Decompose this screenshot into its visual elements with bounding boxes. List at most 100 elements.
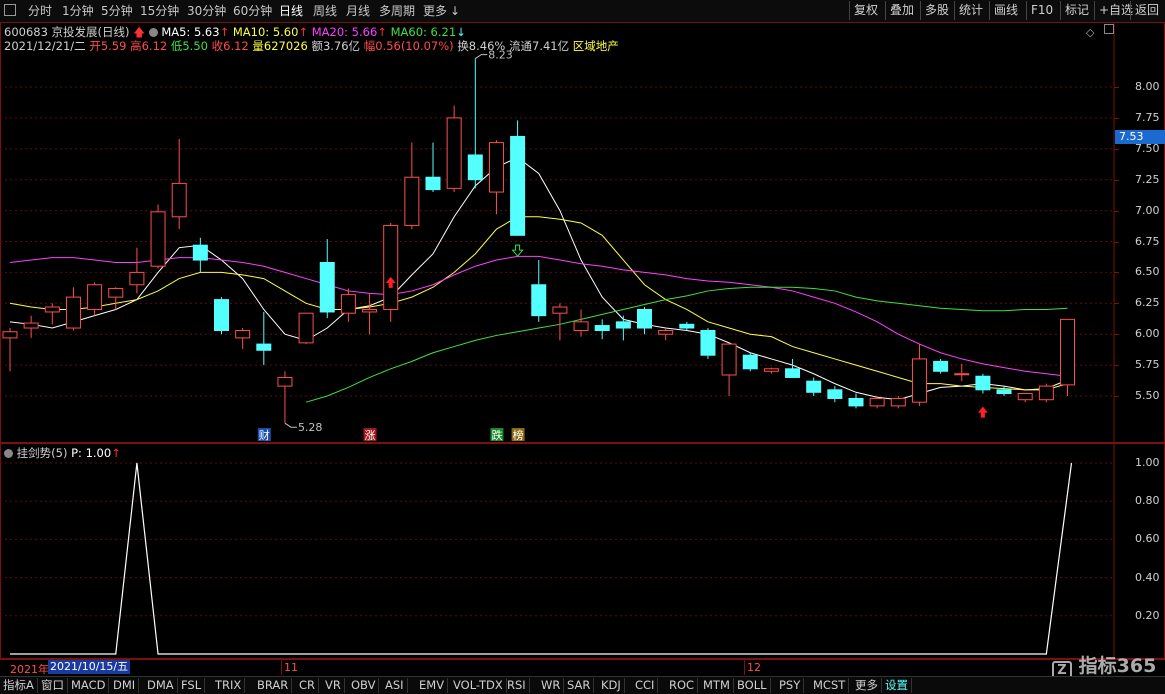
toolbar-button-6[interactable]: 标记 bbox=[1060, 1, 1093, 20]
candle[interactable] bbox=[531, 260, 547, 322]
indicator-tab-13[interactable]: VOL-TDX bbox=[450, 678, 507, 693]
event-tag[interactable]: 涨 bbox=[363, 428, 377, 442]
candle[interactable] bbox=[658, 328, 674, 341]
indicator-tab-2[interactable]: MACD bbox=[68, 678, 110, 693]
indicator-tab-6[interactable]: TRIX bbox=[212, 678, 246, 693]
indicator-tab-7[interactable]: BRAR bbox=[254, 678, 293, 693]
candle[interactable] bbox=[700, 328, 716, 359]
candle[interactable] bbox=[911, 344, 927, 406]
period-tab-1[interactable]: 1分钟 bbox=[62, 3, 94, 19]
candle[interactable] bbox=[298, 312, 314, 345]
candle[interactable] bbox=[446, 105, 462, 193]
candle[interactable] bbox=[742, 352, 758, 372]
candle[interactable] bbox=[637, 307, 652, 335]
candle[interactable] bbox=[552, 303, 568, 341]
event-tag[interactable]: 财 bbox=[257, 428, 271, 442]
candle[interactable] bbox=[192, 237, 208, 273]
period-tab-5[interactable]: 60分钟 bbox=[233, 3, 272, 19]
candle[interactable] bbox=[510, 120, 526, 236]
indicator-tab-0[interactable]: 指标A bbox=[0, 678, 38, 693]
candle[interactable] bbox=[319, 239, 335, 319]
candle[interactable] bbox=[763, 367, 779, 374]
candle[interactable] bbox=[44, 303, 60, 325]
period-tab-8[interactable]: 月线 bbox=[346, 3, 370, 19]
candle[interactable] bbox=[615, 315, 631, 341]
candle[interactable] bbox=[150, 204, 166, 269]
more-arrow-icon[interactable]: ↓ bbox=[450, 3, 460, 19]
candle[interactable] bbox=[573, 309, 589, 337]
candle[interactable] bbox=[340, 288, 356, 322]
candle[interactable] bbox=[785, 358, 801, 378]
diamond-icon[interactable]: ◇ bbox=[1086, 26, 1094, 39]
indicator-tab-16[interactable]: SAR bbox=[564, 678, 595, 693]
indicator-tab-19[interactable]: ROC bbox=[666, 678, 699, 693]
toolbar-button-4[interactable]: 画线 bbox=[989, 1, 1022, 20]
period-tab-2[interactable]: 5分钟 bbox=[101, 3, 133, 19]
toolbar-button-0[interactable]: 复权 bbox=[849, 1, 882, 20]
indicator-tab-24[interactable]: 更多 bbox=[852, 678, 882, 693]
indicator-tab-3[interactable]: DMI bbox=[110, 678, 140, 693]
candle[interactable] bbox=[467, 58, 483, 189]
indicator-tab-25[interactable]: 设置 bbox=[882, 678, 912, 693]
indicator-tab-1[interactable]: 窗口 bbox=[38, 678, 68, 693]
indicator-tab-20[interactable]: MTM bbox=[700, 678, 734, 693]
indicator-settings-icon[interactable] bbox=[4, 449, 13, 458]
candle[interactable] bbox=[362, 293, 378, 335]
settings-circle-icon[interactable] bbox=[148, 28, 158, 37]
period-tab-0[interactable]: 分时 bbox=[28, 3, 52, 19]
indicator-tab-18[interactable]: CCI bbox=[632, 678, 659, 693]
candle[interactable] bbox=[975, 373, 991, 394]
period-tab-7[interactable]: 周线 bbox=[313, 3, 337, 19]
indicator-tab-9[interactable]: VR bbox=[322, 678, 345, 693]
candle[interactable] bbox=[721, 343, 737, 396]
candle[interactable] bbox=[171, 138, 187, 230]
candle[interactable] bbox=[954, 363, 970, 382]
indicator-tab-4[interactable]: DMA bbox=[144, 678, 178, 693]
candle[interactable] bbox=[827, 386, 843, 403]
indicator-tab-21[interactable]: BOLL bbox=[734, 678, 771, 693]
indicator-tab-5[interactable]: FSL bbox=[178, 678, 206, 693]
window-menu-icon[interactable] bbox=[4, 4, 16, 16]
candle[interactable] bbox=[277, 371, 293, 424]
candle[interactable] bbox=[235, 328, 251, 350]
period-tab-10[interactable]: 更多 bbox=[423, 3, 447, 19]
period-tab-4[interactable]: 30分钟 bbox=[187, 3, 226, 19]
candle[interactable] bbox=[214, 297, 229, 335]
candle[interactable] bbox=[65, 287, 81, 331]
period-tab-3[interactable]: 15分钟 bbox=[140, 3, 179, 19]
candle[interactable] bbox=[108, 287, 124, 310]
pane-close-icon[interactable] bbox=[1104, 24, 1114, 34]
candle[interactable] bbox=[1038, 383, 1054, 403]
candle[interactable] bbox=[87, 282, 103, 316]
candle[interactable] bbox=[1060, 318, 1075, 396]
toolbar-button-3[interactable]: 统计 bbox=[954, 1, 987, 20]
period-tab-9[interactable]: 多周期 bbox=[379, 3, 415, 19]
event-tag[interactable]: 榜 bbox=[511, 428, 525, 442]
indicator-tab-8[interactable]: CR bbox=[296, 678, 320, 693]
candle[interactable] bbox=[383, 222, 399, 322]
candle[interactable] bbox=[404, 142, 420, 230]
candle[interactable] bbox=[594, 319, 610, 340]
indicator-tab-22[interactable]: PSY bbox=[776, 678, 805, 693]
event-tag[interactable]: 跌 bbox=[490, 428, 504, 442]
candle[interactable] bbox=[425, 142, 441, 193]
indicator-tab-12[interactable]: EMV bbox=[416, 678, 449, 693]
candle[interactable] bbox=[488, 140, 504, 215]
candle[interactable] bbox=[806, 377, 822, 396]
candle[interactable] bbox=[256, 311, 272, 366]
indicator-tab-10[interactable]: OBV bbox=[348, 678, 380, 693]
candle[interactable] bbox=[679, 321, 695, 331]
indicator-tab-17[interactable]: KDJ bbox=[598, 678, 625, 693]
period-tab-6[interactable]: 日线 bbox=[279, 3, 303, 19]
toolbar-button-1[interactable]: 叠加 bbox=[885, 1, 918, 20]
candle[interactable] bbox=[129, 247, 145, 294]
indicator-tab-14[interactable]: RSI bbox=[504, 678, 530, 693]
indicator-tab-11[interactable]: ASI bbox=[382, 678, 408, 693]
indicator-tab-15[interactable]: WR bbox=[538, 678, 565, 693]
candle[interactable] bbox=[1017, 393, 1033, 403]
candle[interactable] bbox=[933, 358, 949, 374]
toolbar-button-2[interactable]: 多股 bbox=[920, 1, 953, 20]
toolbar-button-5[interactable]: F10 bbox=[1026, 1, 1057, 20]
toolbar-button-8[interactable]: 返回 bbox=[1130, 1, 1163, 20]
candle[interactable] bbox=[996, 386, 1012, 396]
